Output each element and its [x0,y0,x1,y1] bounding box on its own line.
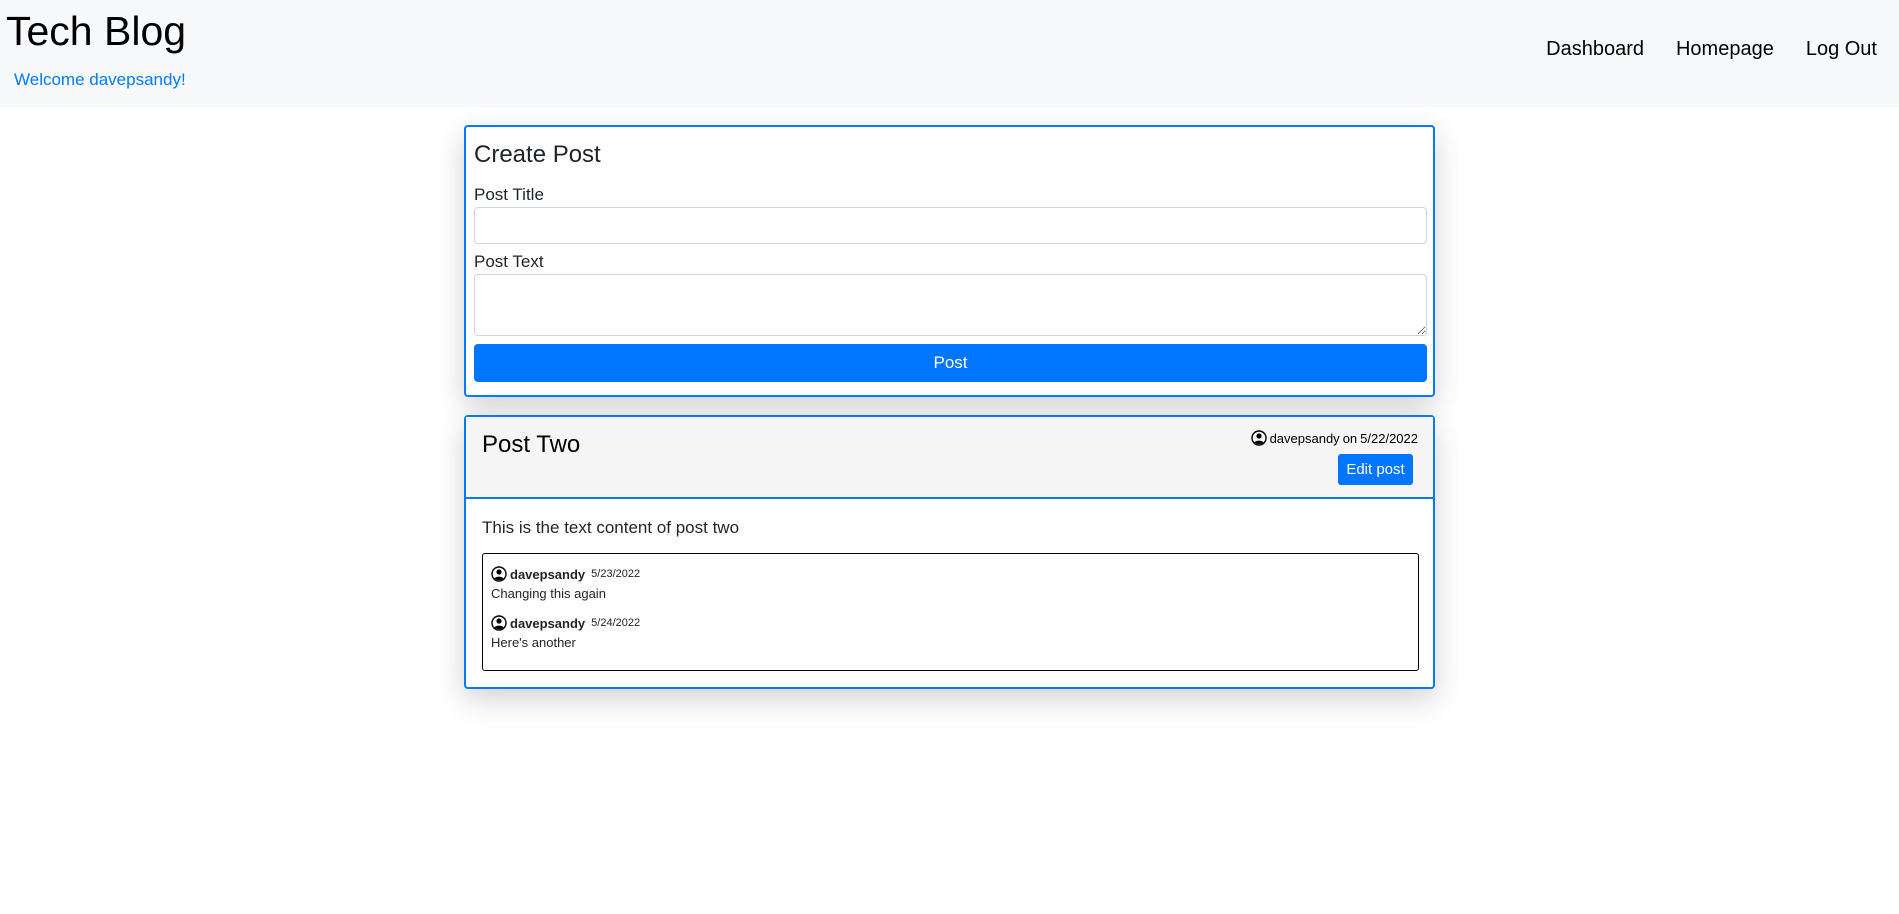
top-navbar: Tech Blog Welcome davepsandy! Dashboard … [0,0,1899,107]
edit-post-button[interactable]: Edit post [1338,454,1413,485]
comment-text: Changing this again [491,586,606,601]
post-meta: davepsandy on 5/22/2022 [1250,430,1418,446]
post-card: Post Two davepsandy on 5/22/2022 Edit po… [464,415,1435,689]
post-date: 5/22/2022 [1360,430,1418,446]
post-header: Post Two davepsandy on 5/22/2022 Edit po… [466,417,1433,499]
post-content: This is the text content of post two [482,518,740,537]
nav-logout[interactable]: Log Out [1806,38,1877,61]
comment-author: davepsandy [510,566,586,582]
create-post-heading: Create Post [474,141,601,168]
main-nav: Dashboard Homepage Log Out [1546,38,1877,61]
comment-date: 5/23/2022 [591,568,641,580]
post-text-label: Post Text [474,252,544,271]
comment-text: Here's another [491,635,576,650]
user-circle-icon [1250,430,1267,446]
nav-dashboard[interactable]: Dashboard [1546,38,1644,61]
post-title: Post Two [482,431,581,458]
comment-author: davepsandy [510,615,586,631]
comment: davepsandy 5/23/2022 Changing this again [491,566,1410,601]
user-circle-icon [491,566,507,582]
welcome-message: Welcome davepsandy! [14,70,186,89]
post-author: davepsandy [1269,430,1340,446]
post-text-input[interactable] [474,274,1427,336]
user-circle-icon [491,615,507,631]
comment: davepsandy 5/24/2022 Here's another [491,615,1410,650]
comments-list: davepsandy 5/23/2022 Changing this again… [482,553,1419,671]
create-post-card: Create Post Post Title Post Text Post [464,125,1435,397]
site-title: Tech Blog [6,8,187,54]
post-on: on [1342,430,1358,446]
post-title-input[interactable] [474,207,1427,244]
post-title-label: Post Title [474,185,544,204]
post-submit-button[interactable]: Post [474,344,1427,382]
nav-homepage[interactable]: Homepage [1676,38,1774,61]
comment-date: 5/24/2022 [591,617,641,629]
